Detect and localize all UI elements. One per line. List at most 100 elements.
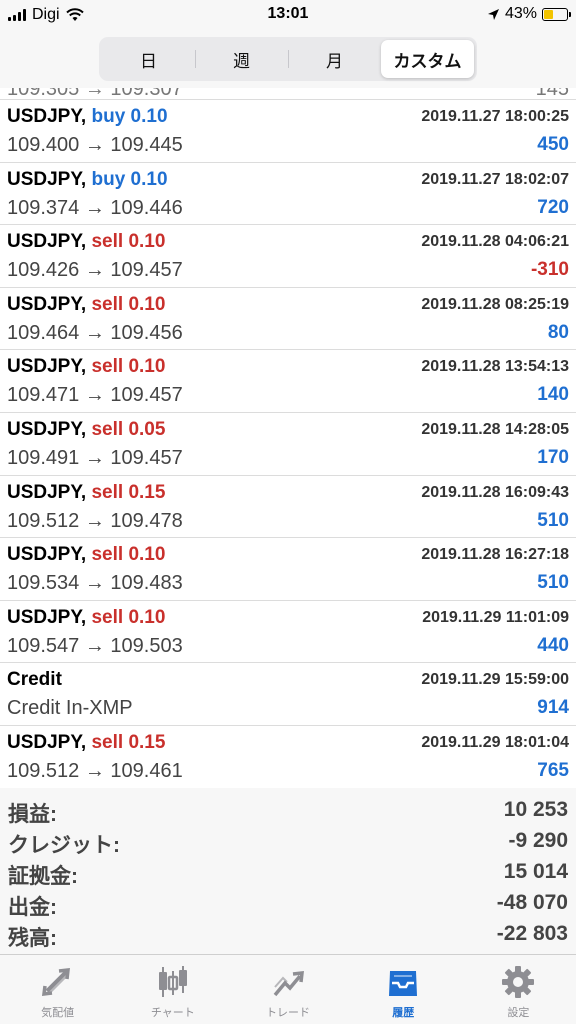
trade-symbol: USDJPY, bbox=[7, 293, 87, 315]
trade-prices: 109.491 → 109.457 bbox=[7, 446, 183, 469]
trade-title: USDJPY, sell 0.10 bbox=[7, 356, 165, 378]
trade-prices: 109.374 → 109.446 bbox=[7, 196, 183, 219]
trade-prices: Credit In-XMP bbox=[7, 697, 133, 720]
period-selector-bar: 日 週 月 カスタム bbox=[0, 32, 576, 88]
trade-prices: 109.464 → 109.456 bbox=[7, 321, 183, 344]
trade-time: 2019.11.29 18:01:04 bbox=[421, 733, 569, 751]
trade-direction-volume: sell 0.15 bbox=[91, 481, 166, 503]
trade-prices: 109.534 → 109.483 bbox=[7, 572, 183, 595]
trade-time: 2019.11.29 11:01:09 bbox=[422, 608, 569, 626]
trade-symbol: USDJPY, bbox=[7, 106, 87, 127]
trade-row[interactable]: USDJPY, sell 0.10 2019.11.29 11:01:09 109.… bbox=[0, 601, 576, 664]
tab-history[interactable]: 履歴 bbox=[346, 955, 461, 1024]
trade-time: 2019.11.28 08:25:19 bbox=[421, 295, 569, 313]
summary-label: 残高: bbox=[8, 927, 57, 950]
trade-title: USDJPY, sell 0.15 bbox=[7, 482, 165, 504]
tab-label: トレード bbox=[266, 1007, 310, 1019]
trade-symbol: USDJPY, bbox=[7, 418, 87, 440]
segment-day[interactable]: 日 bbox=[102, 40, 195, 78]
trade-row[interactable]: USDJPY, sell 0.10 2019.11.28 13:54:13 109.… bbox=[0, 350, 576, 413]
credit-row[interactable]: Credit 2019.11.29 15:59:00 Credit In-XMP 9… bbox=[0, 663, 576, 726]
history-summary: 損益: 10 253 クレジット: -9 290 証拠金: 15 014 出金:… bbox=[0, 788, 576, 954]
trade-title: USDJPY, sell 0.10 bbox=[7, 544, 165, 566]
tab-bar: 気配値 チャート トレード 履歴 設定 bbox=[0, 954, 576, 1024]
quotes-icon bbox=[41, 968, 70, 997]
summary-credit: クレジット: -9 290 bbox=[0, 827, 576, 858]
trade-title: Credit bbox=[7, 669, 62, 691]
trade-prices: 109.426 → 109.457 bbox=[7, 259, 183, 282]
trade-direction-volume: sell 0.15 bbox=[91, 731, 166, 753]
trade-prices: 109.400 → 109.445 bbox=[7, 134, 183, 156]
trade-direction-volume: sell 0.10 bbox=[91, 231, 166, 253]
trade-direction-volume: sell 0.10 bbox=[91, 356, 166, 378]
summary-value: -9 290 bbox=[508, 829, 568, 852]
tab-label: 気配値 bbox=[41, 1007, 75, 1019]
summary-profit: 損益: 10 253 bbox=[0, 796, 576, 827]
summary-withdrawal: 出金: -48 070 bbox=[0, 889, 576, 920]
trade-direction-volume: sell 0.10 bbox=[91, 544, 166, 566]
trade-row[interactable]: USDJPY, sell 0.10 2019.11.28 04:06:21 109.… bbox=[0, 225, 576, 288]
trade-row[interactable]: USDJPY, buy 0.10 2019.11.27 18:00:25 109.4… bbox=[0, 100, 576, 163]
trade-symbol: USDJPY, bbox=[7, 356, 87, 378]
summary-label: 出金: bbox=[8, 896, 57, 919]
trade-direction-volume: buy 0.10 bbox=[91, 106, 168, 127]
trade-direction-volume: sell 0.05 bbox=[91, 418, 166, 440]
settings-icon bbox=[502, 966, 535, 998]
trade-row[interactable]: USDJPY, sell 0.05 2019.11.28 14:28:05 109.… bbox=[0, 413, 576, 476]
trade-symbol: USDJPY, bbox=[7, 731, 87, 753]
trade-time: 2019.11.28 16:09:43 bbox=[421, 483, 569, 501]
trade-icon bbox=[273, 971, 304, 997]
tab-quotes[interactable]: 気配値 bbox=[0, 955, 115, 1024]
trade-row[interactable]: USDJPY, sell 0.15 2019.11.28 16:09:43 109.… bbox=[0, 476, 576, 539]
trade-direction-volume: sell 0.10 bbox=[91, 606, 166, 628]
trade-profit: 914 bbox=[537, 697, 569, 719]
list-item-partial[interactable]: 109.305 → 109.307 145 bbox=[0, 88, 576, 100]
summary-deposit: 証拠金: 15 014 bbox=[0, 858, 576, 889]
trade-title: USDJPY, sell 0.05 bbox=[7, 419, 165, 441]
trade-profit: 510 bbox=[537, 509, 569, 531]
trade-direction-volume: buy 0.10 bbox=[91, 168, 168, 190]
trade-title: USDJPY, buy 0.10 bbox=[7, 106, 168, 128]
segment-week[interactable]: 週 bbox=[195, 40, 288, 78]
trade-symbol: USDJPY, bbox=[7, 606, 87, 628]
trade-profit: 80 bbox=[547, 321, 569, 343]
trade-symbol: USDJPY, bbox=[7, 481, 87, 503]
trade-title: USDJPY, buy 0.10 bbox=[7, 169, 168, 191]
summary-value: 15 014 bbox=[503, 860, 568, 883]
summary-value: 10 253 bbox=[503, 798, 568, 821]
history-list[interactable]: 109.305 → 109.307 145 USDJPY, buy 0.10 20… bbox=[0, 88, 576, 788]
trade-time: 2019.11.28 13:54:13 bbox=[421, 358, 569, 376]
status-right: 43% bbox=[487, 5, 571, 23]
trade-time: 2019.11.28 04:06:21 bbox=[421, 233, 569, 251]
trade-row[interactable]: USDJPY, sell 0.10 2019.11.28 16:27:18 109.… bbox=[0, 538, 576, 601]
trade-time: 2019.11.28 16:27:18 bbox=[421, 546, 569, 564]
trade-symbol: Credit bbox=[7, 669, 62, 691]
segment-custom[interactable]: カスタム bbox=[381, 40, 474, 78]
trade-row[interactable]: USDJPY, sell 0.10 2019.11.28 08:25:19 109.… bbox=[0, 288, 576, 351]
partial-profit: 145 bbox=[535, 88, 569, 100]
tab-label: チャート bbox=[150, 1007, 195, 1019]
trade-title: USDJPY, sell 0.10 bbox=[7, 607, 165, 629]
trade-prices: 109.512 → 109.461 bbox=[7, 759, 183, 782]
trade-symbol: USDJPY, bbox=[7, 544, 87, 566]
trade-time: 2019.11.29 15:59:00 bbox=[421, 671, 569, 689]
trade-profit: 440 bbox=[537, 634, 569, 656]
summary-balance: 残高: -22 803 bbox=[0, 920, 576, 951]
summary-value: -48 070 bbox=[496, 891, 568, 914]
trade-symbol: USDJPY, bbox=[7, 168, 87, 190]
trade-row[interactable]: USDJPY, buy 0.10 2019.11.27 18:02:07 109.3… bbox=[0, 163, 576, 226]
segment-month[interactable]: 月 bbox=[288, 40, 381, 78]
trade-profit: 450 bbox=[537, 134, 569, 155]
trade-prices: 109.471 → 109.457 bbox=[7, 384, 183, 407]
tab-settings[interactable]: 設定 bbox=[461, 955, 576, 1024]
trade-time: 2019.11.27 18:00:25 bbox=[421, 108, 569, 125]
history-icon bbox=[389, 971, 418, 996]
tab-chart[interactable]: チャート bbox=[115, 955, 230, 1024]
trade-symbol: USDJPY, bbox=[7, 231, 87, 253]
tab-label: 履歴 bbox=[392, 1007, 415, 1019]
tab-label: 設定 bbox=[507, 1007, 530, 1019]
trade-prices: 109.547 → 109.503 bbox=[7, 634, 183, 657]
tab-trade[interactable]: トレード bbox=[230, 955, 345, 1024]
trade-row[interactable]: USDJPY, sell 0.15 2019.11.29 18:01:04 109.… bbox=[0, 726, 576, 788]
trade-prices: 109.512 → 109.478 bbox=[7, 509, 183, 532]
